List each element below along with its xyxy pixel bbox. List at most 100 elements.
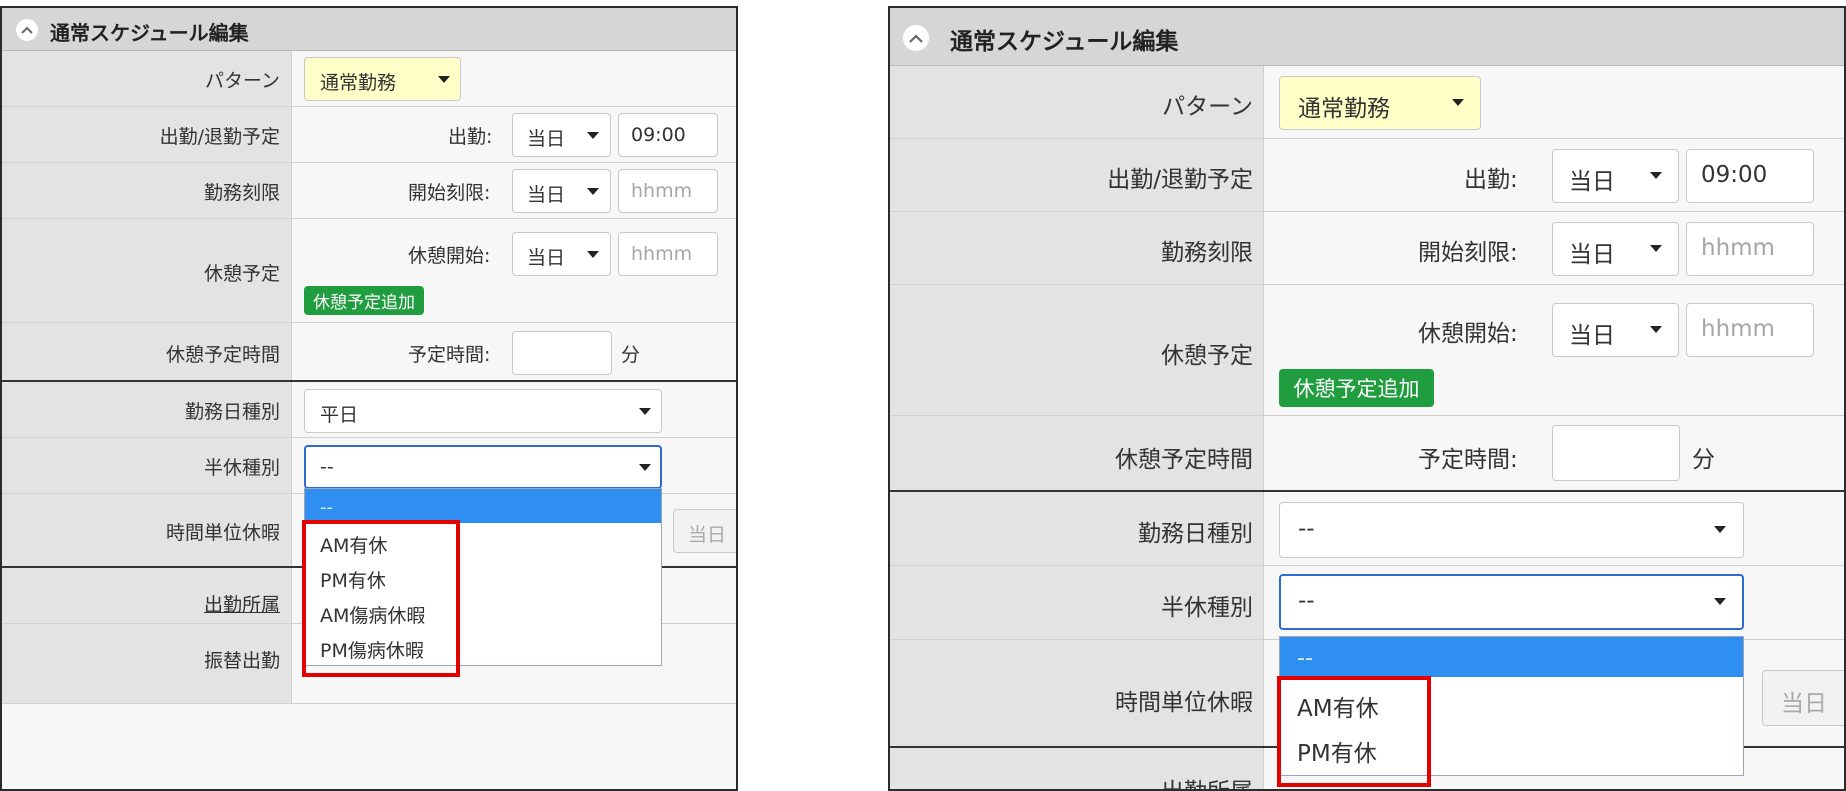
attendance-time-value: 09:00 — [631, 124, 686, 146]
row-workday-type: 勤務日種別 -- — [890, 492, 1844, 566]
pattern-value: 通常勤務 — [320, 72, 397, 94]
half-leave-label: 半休種別 — [1161, 595, 1253, 621]
chevron-down-icon — [1650, 172, 1662, 179]
work-dept-link[interactable]: 出勤所属 — [204, 590, 280, 617]
hourly-leave-label: 時間単位休暇 — [165, 522, 280, 544]
workday-type-select[interactable]: -- — [1279, 502, 1744, 558]
chevron-down-icon — [1714, 598, 1726, 605]
chevron-down-icon — [1650, 245, 1662, 252]
chevron-down-icon — [639, 464, 651, 471]
chevron-down-icon — [587, 251, 599, 258]
substitute-label: 振替出勤 — [203, 650, 280, 672]
break-minutes-input[interactable] — [1552, 425, 1680, 481]
workday-type-label: 勤務日種別 — [1138, 521, 1253, 547]
workday-type-label: 勤務日種別 — [184, 401, 280, 423]
half-leave-label: 半休種別 — [203, 457, 280, 479]
chevron-down-icon — [1452, 99, 1464, 106]
highlight-box — [302, 520, 460, 677]
workday-type-value: -- — [1298, 516, 1315, 542]
attendance-time-input[interactable]: 09:00 — [1686, 149, 1814, 203]
row-pattern: パターン 通常勤務 — [2, 51, 736, 107]
left-panel: 通常スケジュール編集 パターン 通常勤務 出勤/退勤予定 出勤: 当日 09:0… — [0, 6, 738, 791]
minutes-unit: 分 — [621, 344, 641, 366]
row-pattern: パターン 通常勤務 — [890, 66, 1844, 139]
page-title: 通常スケジュール編集 — [950, 29, 1179, 55]
half-leave-value: -- — [320, 456, 334, 478]
attendance-day-value: 当日 — [527, 128, 566, 150]
half-leave-select[interactable]: -- — [1279, 574, 1744, 630]
dropdown-option[interactable]: -- — [1280, 637, 1743, 677]
hourly-leave-day-select[interactable]: 当日 — [673, 509, 736, 553]
break-time-sub-label: 予定時間: — [408, 344, 491, 366]
page-title: 通常スケジュール編集 — [50, 21, 249, 45]
pattern-select[interactable]: 通常勤務 — [1279, 76, 1481, 130]
break-day-select[interactable]: 当日 — [512, 232, 611, 276]
attendance-day-value: 当日 — [1569, 169, 1615, 195]
pattern-select[interactable]: 通常勤務 — [304, 57, 461, 101]
limit-time-input[interactable]: hhmm — [1686, 222, 1814, 276]
break-day-value: 当日 — [527, 247, 566, 269]
pattern-label: パターン — [1162, 94, 1253, 120]
limit-sub-label: 開始刻限: — [408, 182, 491, 204]
hourly-leave-day-value: 当日 — [1781, 691, 1827, 717]
chevron-down-icon — [438, 76, 450, 83]
chevron-down-icon — [587, 132, 599, 139]
row-break: 休憩予定 休憩開始: 当日 hhmm 休憩予定追加 — [2, 219, 736, 323]
break-time-placeholder: hhmm — [631, 243, 693, 265]
add-break-button[interactable]: 休憩予定追加 — [304, 286, 424, 315]
chevron-down-icon — [639, 408, 651, 415]
limit-day-select[interactable]: 当日 — [512, 169, 611, 213]
collapse-icon[interactable] — [903, 25, 929, 51]
limit-day-select[interactable]: 当日 — [1552, 222, 1679, 276]
row-limit: 勤務刻限 開始刻限: 当日 hhmm — [2, 163, 736, 219]
row-half-leave: 半休種別 -- — [2, 438, 736, 494]
pattern-label: パターン — [204, 70, 280, 92]
limit-time-input[interactable]: hhmm — [618, 169, 718, 213]
break-minutes-input[interactable] — [512, 331, 612, 375]
attendance-day-select[interactable]: 当日 — [512, 113, 611, 157]
row-break-time: 休憩予定時間 予定時間: 分 — [890, 416, 1844, 492]
row-break: 休憩予定 休憩開始: 当日 hhmm 休憩予定追加 — [890, 285, 1844, 416]
dropdown-option[interactable]: -- — [305, 489, 661, 523]
chevron-down-icon — [1650, 326, 1662, 333]
attendance-time-value: 09:00 — [1701, 162, 1768, 188]
break-time-sub-label: 予定時間: — [1418, 447, 1518, 473]
right-panel: 通常スケジュール編集 パターン 通常勤務 出勤/退勤予定 出勤: 当日 09:0… — [888, 6, 1846, 791]
row-attendance: 出勤/退勤予定 出勤: 当日 09:00 — [2, 107, 736, 163]
panel-header: 通常スケジュール編集 — [2, 8, 736, 51]
break-time-label: 休憩予定時間 — [165, 344, 280, 366]
attendance-sub-label: 出勤: — [448, 126, 493, 148]
limit-day-value: 当日 — [527, 184, 566, 206]
limit-time-placeholder: hhmm — [631, 180, 693, 202]
break-time-input[interactable]: hhmm — [618, 232, 718, 276]
break-day-select[interactable]: 当日 — [1552, 303, 1679, 357]
workday-type-value: 平日 — [320, 404, 359, 426]
limit-day-value: 当日 — [1569, 242, 1615, 268]
hourly-leave-day-select[interactable]: 当日 — [1762, 670, 1844, 726]
limit-time-placeholder: hhmm — [1701, 235, 1775, 261]
attendance-day-select[interactable]: 当日 — [1552, 149, 1679, 203]
workday-type-select[interactable]: 平日 — [304, 389, 662, 433]
hourly-leave-day-value: 当日 — [688, 524, 727, 546]
break-label: 休憩予定 — [203, 263, 280, 285]
break-time-label: 休憩予定時間 — [1115, 447, 1253, 473]
minutes-unit: 分 — [1692, 447, 1715, 473]
break-label: 休憩予定 — [1161, 343, 1253, 369]
break-sub-label: 休憩開始: — [408, 245, 491, 267]
break-day-value: 当日 — [1569, 323, 1615, 349]
row-break-time: 休憩予定時間 予定時間: 分 — [2, 323, 736, 382]
limit-sub-label: 開始刻限: — [1418, 240, 1518, 266]
work-dept-link[interactable]: 出勤所属 — [1161, 772, 1253, 789]
half-leave-select[interactable]: -- — [304, 445, 662, 489]
pattern-value: 通常勤務 — [1298, 96, 1390, 122]
row-workday-type: 勤務日種別 平日 — [2, 382, 736, 438]
break-time-placeholder: hhmm — [1701, 316, 1775, 342]
break-time-input[interactable]: hhmm — [1686, 303, 1814, 357]
attendance-label: 出勤/退勤予定 — [1107, 167, 1253, 193]
attendance-time-input[interactable]: 09:00 — [618, 113, 718, 157]
add-break-button[interactable]: 休憩予定追加 — [1279, 369, 1434, 407]
collapse-icon[interactable] — [16, 19, 38, 41]
break-sub-label: 休憩開始: — [1418, 321, 1518, 347]
attendance-label: 出勤/退勤予定 — [159, 126, 280, 148]
limit-label: 勤務刻限 — [1161, 240, 1253, 266]
